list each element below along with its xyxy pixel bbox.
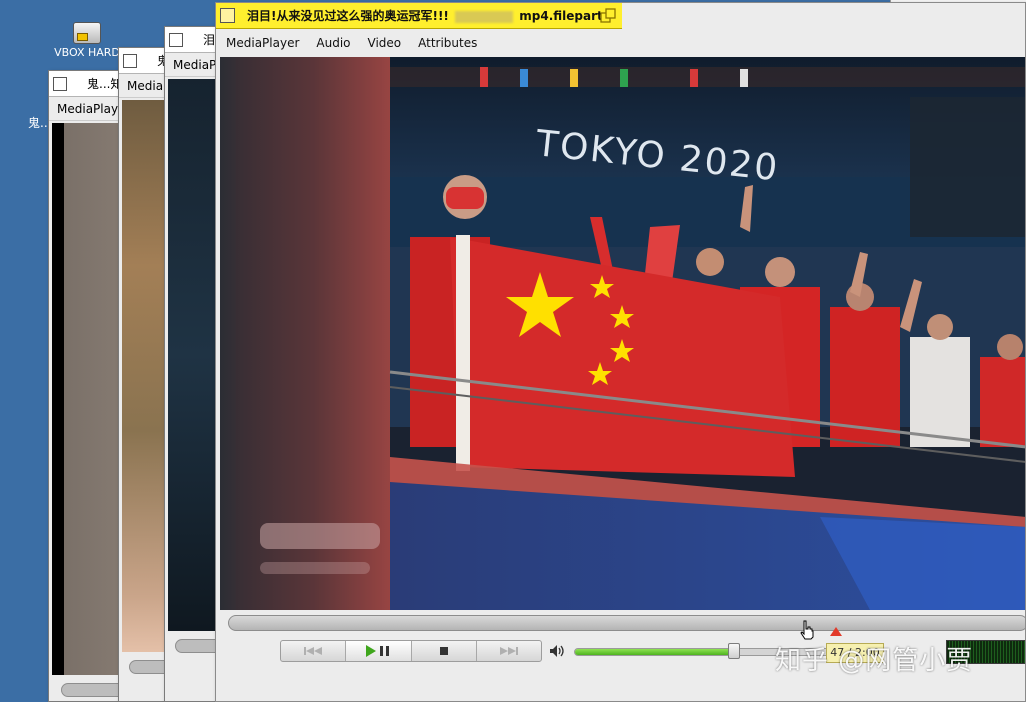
skip-back-icon bbox=[304, 647, 323, 655]
play-pause-button[interactable] bbox=[346, 641, 412, 661]
menu-mediaplayer[interactable]: MediaPlaye bbox=[57, 102, 125, 116]
window-menu-box-icon[interactable] bbox=[169, 32, 183, 47]
window-title-suffix: mp4.filepart bbox=[519, 9, 603, 23]
hard-drive-icon bbox=[73, 22, 101, 44]
volume-level-fill bbox=[575, 649, 734, 655]
stop-icon bbox=[439, 647, 448, 655]
menu-mediaplayer[interactable]: MediaP bbox=[173, 58, 216, 72]
restore-window-icon[interactable] bbox=[600, 8, 616, 24]
next-button[interactable] bbox=[477, 641, 541, 661]
window-menu-box-icon[interactable] bbox=[123, 53, 137, 68]
menu-mediaplayer[interactable]: MediaPlayer bbox=[226, 36, 299, 50]
play-pause-icon bbox=[366, 645, 390, 657]
window-title-prefix: 泪目!从来没见过这么强的奥运冠军!!! bbox=[247, 9, 449, 23]
watermark: 知乎 @网管小贾 bbox=[775, 646, 974, 676]
menu-attributes[interactable]: Attributes bbox=[418, 36, 477, 50]
hand-pointer-icon bbox=[800, 620, 814, 640]
volume-slider-handle[interactable] bbox=[727, 643, 740, 659]
volume-icon[interactable] bbox=[549, 644, 567, 658]
window-menu-box-icon[interactable] bbox=[53, 76, 67, 91]
seek-position-marker-icon[interactable] bbox=[830, 627, 842, 636]
window-menu-box-icon[interactable] bbox=[220, 8, 235, 23]
menu-audio[interactable]: Audio bbox=[316, 36, 350, 50]
stop-button[interactable] bbox=[412, 641, 477, 661]
menubar[interactable]: MediaPlayer Audio Video Attributes bbox=[216, 31, 1025, 55]
video-scene: TOKYO 2020 bbox=[220, 57, 1025, 610]
blurred-title-segment bbox=[455, 10, 514, 23]
desktop-icon-vbox-hard[interactable]: VBOX HARD bbox=[52, 22, 122, 59]
desktop-icon-label: VBOX HARD bbox=[54, 46, 120, 59]
window-titlebar[interactable]: 泪目!从来没见过这么强的奥运冠军!!! mp4.filepart bbox=[216, 3, 622, 29]
menu-video[interactable]: Video bbox=[368, 36, 402, 50]
playback-controls[interactable] bbox=[280, 640, 542, 662]
skip-forward-icon bbox=[499, 647, 518, 655]
seek-bar[interactable] bbox=[228, 615, 1025, 631]
media-player-window[interactable]: 泪目!从来没见过这么强的奥运冠军!!! mp4.filepart MediaPl… bbox=[215, 2, 1026, 702]
previous-button[interactable] bbox=[281, 641, 347, 661]
video-frame[interactable]: TOKYO 2020 bbox=[220, 57, 1025, 610]
window-title: 泪目!从来没见过这么强的奥运冠军!!! mp4.filepart bbox=[247, 7, 603, 24]
window-title: 泪 bbox=[203, 33, 216, 47]
